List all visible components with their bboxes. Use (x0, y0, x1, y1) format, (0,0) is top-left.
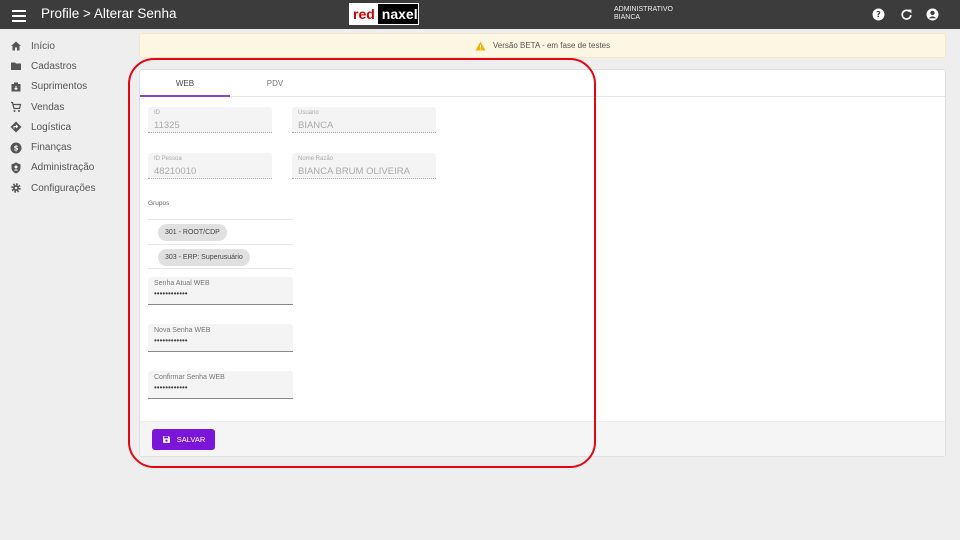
card-footer (140, 421, 945, 456)
gear-icon (10, 182, 22, 194)
nome-razao-field: Nome Razão BIANCA BRUM OLIVEIRA (292, 153, 436, 179)
nova-senha-label: Nova Senha WEB (154, 327, 211, 334)
group-chip: 303 - ERP: Superusuário (158, 249, 250, 266)
sidebar-item-vendas[interactable]: Vendas (0, 97, 130, 117)
sidebar-item-label: Administração (31, 162, 95, 174)
usuario-field: Usuário BIANCA (292, 107, 436, 133)
nova-senha-value: •••••••••••• (154, 336, 188, 345)
sidebar-item-administracao[interactable]: Administração (0, 158, 130, 178)
group-chip: 301 - ROOT/CDP (158, 224, 227, 241)
nome-razao-label: Nome Razão (298, 156, 334, 162)
senha-atual-value: •••••••••••• (154, 289, 188, 298)
warning-icon (475, 40, 486, 51)
menu-icon[interactable] (10, 7, 28, 23)
beta-banner-text: Versão BETA - em fase de testes (492, 41, 611, 50)
user-role: ADMINISTRATIVO (614, 6, 673, 13)
tab-web[interactable]: WEB (140, 70, 230, 97)
top-app-bar: Profile > Alterar Senha red naxel ADMINI… (0, 0, 960, 29)
tab-bar: WEB PDV (140, 70, 945, 97)
list-item: 303 - ERP: Superusuário (148, 244, 293, 269)
supply-icon (10, 81, 22, 93)
sidebar-item-logistica[interactable]: Logística (0, 117, 130, 137)
save-button-label: SALVAR (176, 435, 206, 444)
folder-icon (10, 60, 22, 72)
id-value: 11325 (154, 120, 180, 131)
profile-card: WEB PDV ID 11325 Usuário BIANCA ID Pesso… (139, 69, 946, 457)
grupos-label: Grupos (148, 200, 170, 207)
tab-pdv[interactable]: PDV (230, 70, 320, 97)
sidebar-item-financas[interactable]: $ Finanças (0, 137, 130, 157)
nova-senha-input[interactable]: Nova Senha WEB •••••••••••• (148, 324, 293, 352)
sidebar-nav: Início Cadastros Suprimentos Vendas Logí… (0, 36, 130, 198)
shield-icon (10, 162, 22, 174)
cart-icon (10, 101, 22, 113)
sidebar-item-label: Configurações (31, 182, 96, 194)
page-title: Profile > Alterar Senha (41, 6, 177, 21)
id-pessoa-field: ID Pessoa 48210010 (148, 153, 272, 179)
route-icon (10, 121, 22, 133)
sidebar-item-label: Logística (31, 121, 72, 133)
svg-text:$: $ (14, 144, 19, 152)
sidebar-item-label: Cadastros (31, 60, 77, 72)
sidebar-item-label: Vendas (31, 101, 65, 113)
svg-text:?: ? (876, 9, 881, 19)
home-icon (10, 40, 22, 52)
sidebar-item-inicio[interactable]: Início (0, 36, 130, 56)
refresh-icon[interactable] (900, 8, 913, 21)
sidebar-item-label: Finanças (31, 142, 72, 154)
sidebar-item-label: Suprimentos (31, 81, 88, 93)
list-item: 301 - ROOT/CDP (148, 219, 293, 244)
save-button[interactable]: SALVAR (152, 429, 215, 450)
senha-atual-input[interactable]: Senha Atual WEB •••••••••••• (148, 277, 293, 305)
save-icon (162, 436, 170, 443)
sidebar-item-suprimentos[interactable]: Suprimentos (0, 77, 130, 97)
senha-atual-label: Senha Atual WEB (154, 280, 210, 287)
rednaxel-logo: red naxel (349, 3, 419, 25)
help-icon[interactable]: ? (872, 8, 885, 21)
id-pessoa-value: 48210010 (154, 166, 197, 177)
user-info: ADMINISTRATIVO BIANCA (614, 6, 673, 22)
sidebar-item-label: Início (31, 40, 55, 52)
sidebar-item-configuracoes[interactable]: Configurações (0, 178, 130, 198)
nome-razao-value: BIANCA BRUM OLIVEIRA (298, 166, 410, 177)
confirmar-senha-input[interactable]: Confirmar Senha WEB •••••••••••• (148, 371, 293, 399)
sidebar-item-cadastros[interactable]: Cadastros (0, 56, 130, 76)
confirmar-senha-label: Confirmar Senha WEB (154, 374, 225, 381)
confirmar-senha-value: •••••••••••• (154, 383, 188, 392)
usuario-label: Usuário (298, 110, 319, 116)
user-name: BIANCA (614, 14, 641, 21)
id-pessoa-label: ID Pessoa (154, 156, 182, 162)
beta-banner: Versão BETA - em fase de testes (139, 33, 946, 58)
account-icon[interactable] (926, 8, 939, 21)
usuario-value: BIANCA (298, 120, 334, 131)
id-field: ID 11325 (148, 107, 272, 133)
id-label: ID (154, 110, 160, 116)
money-icon: $ (10, 142, 22, 154)
